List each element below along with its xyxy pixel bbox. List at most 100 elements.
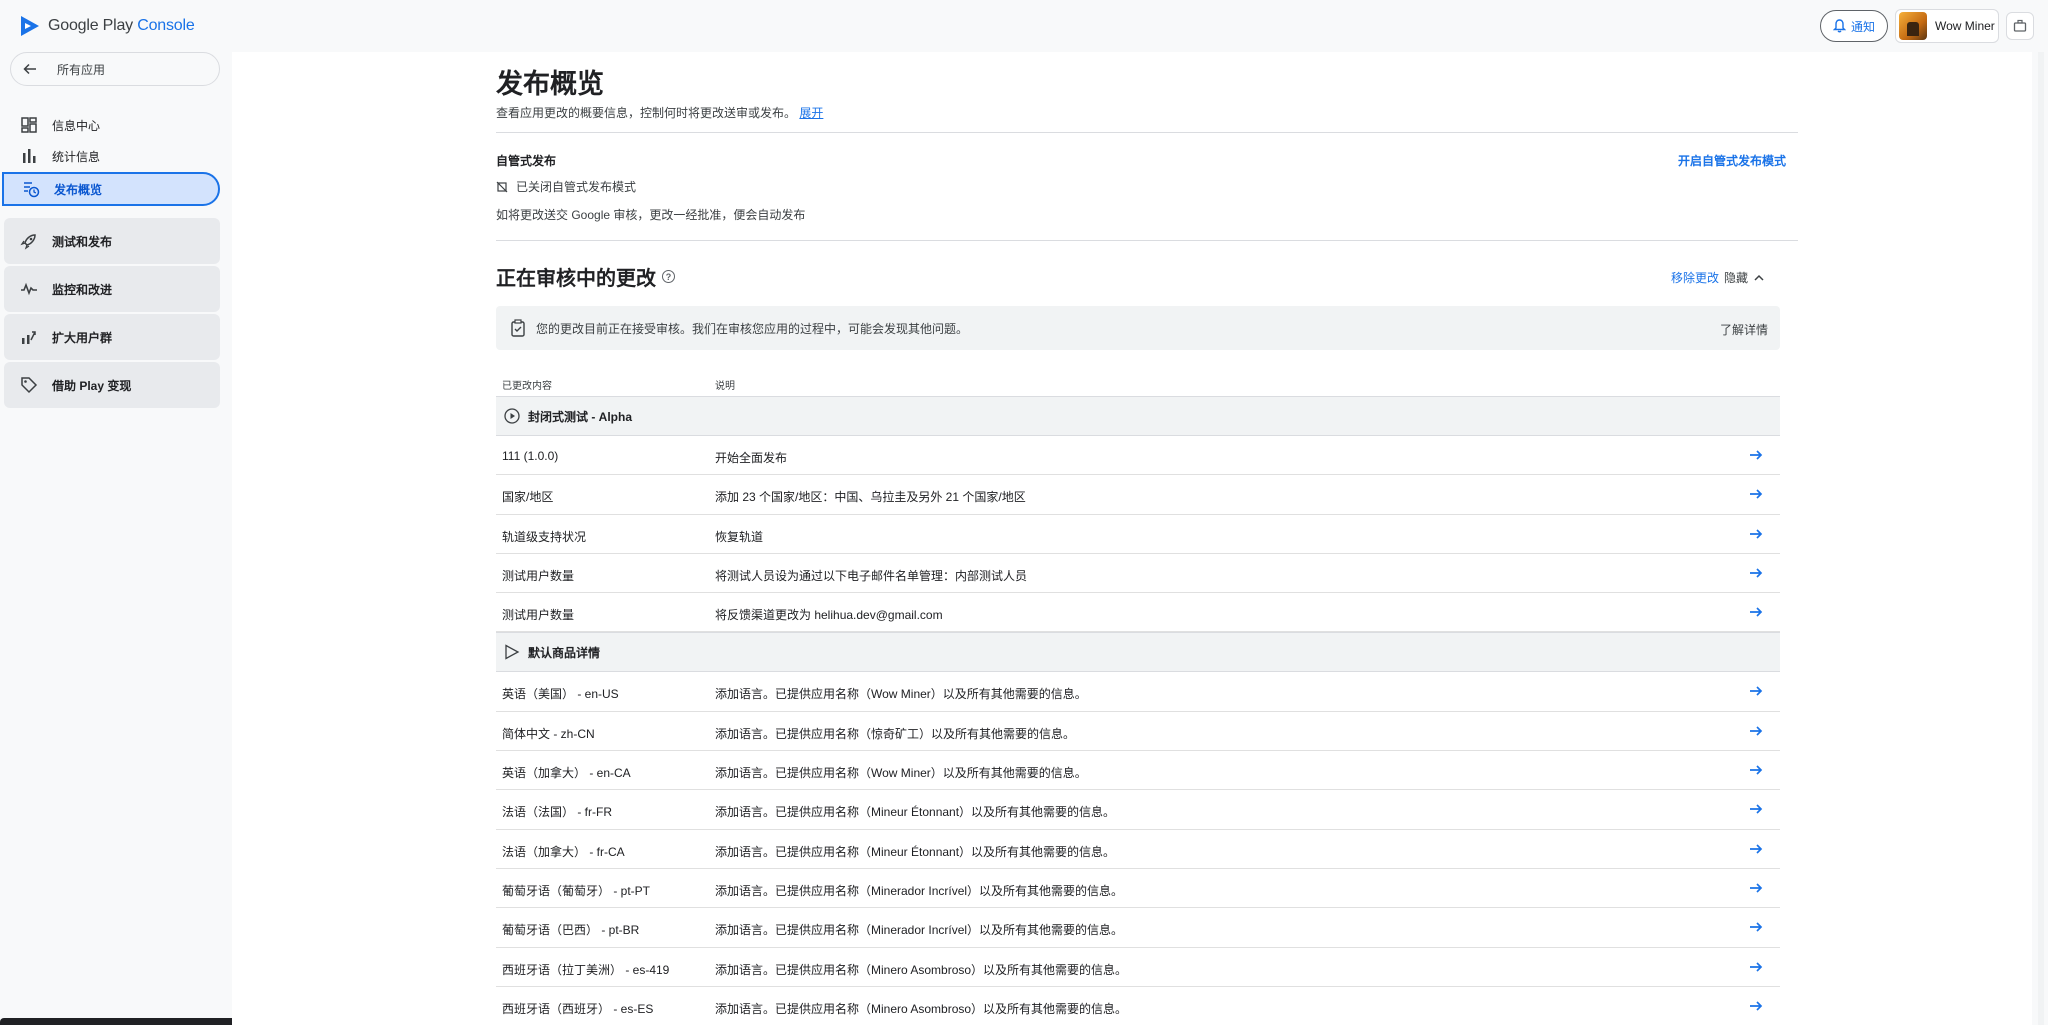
table-row[interactable]: 轨道级支持状况 恢复轨道 bbox=[496, 515, 1780, 554]
change-item: 简体中文 - zh-CN bbox=[502, 726, 595, 741]
change-description: 恢复轨道 bbox=[715, 529, 764, 544]
managed-publishing-description: 如将更改送交 Google 审核，更改一经批准，便会自动发布 bbox=[496, 208, 806, 222]
table-row[interactable]: 英语（加拿大） - en-CA 添加语言。已提供应用名称（Wow Miner）以及… bbox=[496, 751, 1780, 791]
bar-chart-icon bbox=[20, 147, 38, 165]
table-row[interactable]: 法语（法国） - fr-FR 添加语言。已提供应用名称（Mineur Étonna… bbox=[496, 790, 1780, 830]
developer-account-button[interactable] bbox=[2006, 12, 2034, 40]
table-row[interactable]: 西班牙语（西班牙） - es-ES 添加语言。已提供应用名称（Minero Aso… bbox=[496, 987, 1780, 1025]
table-row[interactable]: 测试用户数量 将反馈渠道更改为 helihua.dev@gmail.com bbox=[496, 593, 1780, 633]
learn-more-link[interactable]: 了解详情 bbox=[1720, 321, 1768, 338]
arrow-forward-icon[interactable] bbox=[1748, 919, 1764, 935]
tag-icon bbox=[20, 376, 38, 394]
column-header-changes: 已更改内容 bbox=[502, 381, 552, 392]
help-icon[interactable]: ? bbox=[662, 270, 675, 283]
table-row[interactable]: 测试用户数量 将测试人员设为通过以下电子邮件名单管理：内部测试人员 bbox=[496, 554, 1780, 594]
enable-managed-publishing-link[interactable]: 开启自管式发布模式 bbox=[1678, 152, 1786, 169]
play-circle-icon bbox=[504, 408, 520, 424]
vitals-icon bbox=[20, 280, 38, 298]
arrow-forward-icon[interactable] bbox=[1748, 841, 1764, 857]
sidebar-item-publishing-overview[interactable]: 发布概览 bbox=[2, 172, 220, 206]
sidebar-group-grow-users[interactable]: 扩大用户群 bbox=[4, 314, 220, 360]
table-row[interactable]: 英语（美国） - en-US 添加语言。已提供应用名称（Wow Miner）以及所… bbox=[496, 672, 1780, 712]
sidebar-group-test-and-release[interactable]: 测试和发布 bbox=[4, 218, 220, 264]
change-item: 国家/地区 bbox=[502, 490, 554, 505]
change-item: 英语（加拿大） - en-CA bbox=[502, 766, 631, 781]
arrow-forward-icon[interactable] bbox=[1748, 801, 1764, 817]
sidebar-item-dashboard[interactable]: 信息中心 bbox=[0, 110, 220, 140]
change-item: 111 (1.0.0) bbox=[502, 449, 559, 463]
table-row[interactable]: 法语（加拿大） - fr-CA 添加语言。已提供应用名称（Mineur Étonn… bbox=[496, 830, 1780, 869]
change-description: 开始全面发布 bbox=[715, 451, 788, 465]
app-switcher-chip[interactable]: Wow Miner bbox=[1895, 9, 1999, 43]
hide-section-button[interactable]: 隐藏 bbox=[1724, 269, 1764, 286]
table-row[interactable]: 葡萄牙语（葡萄牙） - pt-PT 添加语言。已提供应用名称（Minerador … bbox=[496, 869, 1780, 909]
arrow-back-icon bbox=[23, 63, 36, 75]
store-listing-icon bbox=[505, 644, 520, 661]
arrow-forward-icon[interactable] bbox=[1748, 880, 1764, 896]
remove-changes-link[interactable]: 移除更改 bbox=[1671, 269, 1719, 286]
change-item: 葡萄牙语（葡萄牙） - pt-PT bbox=[502, 883, 651, 898]
change-description: 添加 23 个国家/地区：中国、乌拉圭及另外 21 个国家/地区 bbox=[715, 490, 1026, 505]
table-row[interactable]: 国家/地区 添加 23 个国家/地区：中国、乌拉圭及另外 21 个国家/地区 bbox=[496, 475, 1780, 515]
change-description: 添加语言。已提供应用名称（Wow Miner）以及所有其他需要的信息。 bbox=[715, 687, 1087, 702]
top-app-bar: Google Play Console 通知 Wow Miner bbox=[0, 0, 2048, 52]
review-info-banner: 您的更改目前正在接受审核。我们在审核您应用的过程中，可能会发现其他问题。 了解详… bbox=[496, 306, 1780, 350]
change-description: 将测试人员设为通过以下电子邮件名单管理：内部测试人员 bbox=[715, 568, 1028, 583]
managed-publishing-label: 自管式发布 bbox=[496, 154, 557, 168]
publishing-overview-icon bbox=[22, 180, 40, 198]
change-item: 轨道级支持状况 bbox=[502, 529, 587, 544]
table-row[interactable]: 111 (1.0.0) 开始全面发布 bbox=[496, 436, 1780, 476]
managed-publishing-status: 已关闭自管式发布模式 bbox=[496, 178, 636, 195]
arrow-forward-icon[interactable] bbox=[1748, 447, 1764, 463]
arrow-forward-icon[interactable] bbox=[1748, 486, 1764, 502]
change-item: 英语（美国） - en-US bbox=[502, 687, 619, 702]
change-description: 添加语言。已提供应用名称（Wow Miner）以及所有其他需要的信息。 bbox=[715, 766, 1087, 781]
sidebar-item-label: 统计信息 bbox=[52, 149, 101, 164]
notifications-button[interactable]: 通知 bbox=[1820, 10, 1888, 42]
sidebar-item-label: 发布概览 bbox=[54, 182, 103, 197]
change-description: 添加语言。已提供应用名称（Minerador Incrível）以及所有其他需要… bbox=[715, 883, 1124, 898]
sidebar-group-label: 扩大用户群 bbox=[52, 330, 113, 345]
arrow-forward-icon[interactable] bbox=[1748, 683, 1764, 699]
logo-text: Google Play Console bbox=[48, 17, 195, 34]
play-logo-icon bbox=[21, 16, 39, 36]
change-description: 添加语言。已提供应用名称（Minero Asombroso）以及所有其他需要的信… bbox=[715, 962, 1128, 977]
sidebar-group-label: 借助 Play 变现 bbox=[52, 378, 132, 393]
arrow-forward-icon[interactable] bbox=[1748, 604, 1764, 620]
change-description: 添加语言。已提供应用名称（Minero Asombroso）以及所有其他需要的信… bbox=[715, 1001, 1128, 1016]
sidebar-item-label: 信息中心 bbox=[52, 118, 101, 133]
all-apps-button[interactable]: 所有应用 bbox=[10, 52, 220, 86]
arrow-forward-icon[interactable] bbox=[1748, 565, 1764, 581]
dashboard-icon bbox=[20, 116, 38, 134]
main-scrollbar[interactable] bbox=[2038, 52, 2044, 1025]
expand-link[interactable]: 展开 bbox=[799, 106, 823, 120]
table-row[interactable]: 简体中文 - zh-CN 添加语言。已提供应用名称（惊奇矿工）以及所有其他需要的信… bbox=[496, 712, 1780, 752]
google-play-console-logo[interactable]: Google Play Console bbox=[20, 15, 195, 37]
arrow-forward-icon[interactable] bbox=[1748, 723, 1764, 739]
change-description: 将反馈渠道更改为 helihua.dev@gmail.com bbox=[715, 608, 943, 623]
closed-testing-rows: 111 (1.0.0) 开始全面发布国家/地区 添加 23 个国家/地区：中国、乌拉… bbox=[496, 436, 1780, 633]
app-avatar bbox=[1899, 12, 1927, 40]
change-item: 测试用户数量 bbox=[502, 608, 575, 623]
sidebar-item-statistics[interactable]: 统计信息 bbox=[0, 141, 220, 171]
arrow-forward-icon[interactable] bbox=[1748, 959, 1764, 975]
change-item: 西班牙语（拉丁美洲） - es-419 bbox=[502, 962, 670, 977]
briefcase-icon bbox=[2013, 19, 2027, 32]
clipboard-check-icon bbox=[511, 319, 525, 337]
arrow-forward-icon[interactable] bbox=[1748, 998, 1764, 1014]
arrow-forward-icon[interactable] bbox=[1748, 526, 1764, 542]
arrow-forward-icon[interactable] bbox=[1748, 762, 1764, 778]
sidebar-group-monetize[interactable]: 借助 Play 变现 bbox=[4, 362, 220, 408]
change-description: 添加语言。已提供应用名称（Mineur Étonnant）以及所有其他需要的信息… bbox=[715, 844, 1116, 859]
changes-in-review-title: 正在审核中的更改 ? bbox=[496, 262, 675, 291]
table-row[interactable]: 葡萄牙语（巴西） - pt-BR 添加语言。已提供应用名称（Minerador I… bbox=[496, 908, 1780, 948]
group-row-default-store-listing: 默认商品详情 bbox=[496, 632, 1780, 673]
notifications-label: 通知 bbox=[1850, 19, 1875, 34]
table-row[interactable]: 西班牙语（拉丁美洲） - es-419 添加语言。已提供应用名称（Minero A… bbox=[496, 948, 1780, 987]
group-row-closed-testing: 封闭式测试 - Alpha bbox=[496, 396, 1780, 436]
divider bbox=[496, 240, 1798, 241]
change-item: 法语（法国） - fr-FR bbox=[502, 805, 612, 820]
sidebar: 所有应用 信息中心 统计信息 发布概览 测试和发布 监控和改进 扩大用户群 借助… bbox=[0, 52, 232, 1025]
banner-text: 您的更改目前正在接受审核。我们在审核您应用的过程中，可能会发现其他问题。 bbox=[536, 321, 969, 336]
sidebar-group-monitor-and-improve[interactable]: 监控和改进 bbox=[4, 266, 220, 312]
